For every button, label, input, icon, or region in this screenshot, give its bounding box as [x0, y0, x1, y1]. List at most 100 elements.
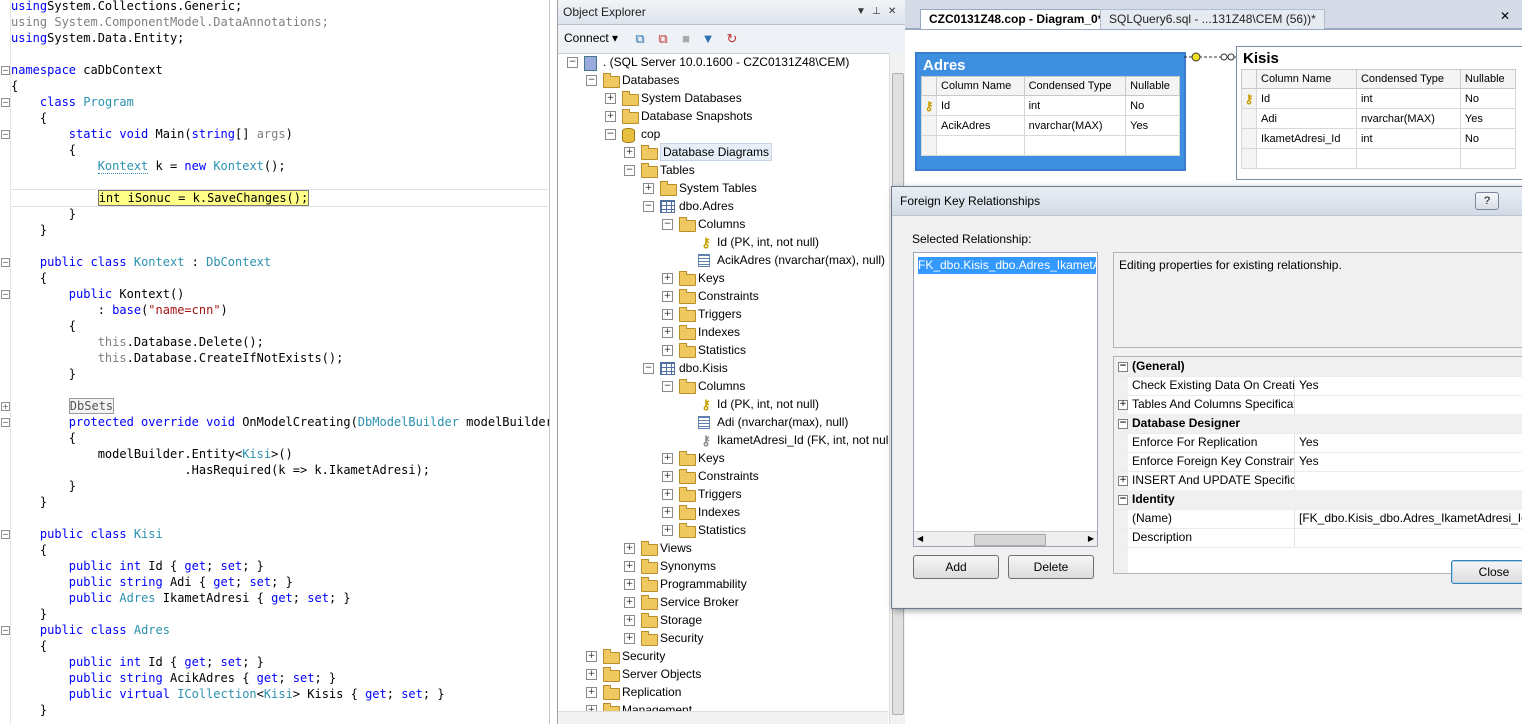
tree-node[interactable]: − dbo.Adres — [558, 197, 888, 215]
tree-node[interactable]: + Triggers — [558, 485, 888, 503]
disconnect-icon[interactable]: ⧉ — [655, 31, 671, 47]
cell[interactable]: Yes — [1125, 115, 1180, 136]
expand-icon[interactable]: + — [662, 327, 673, 338]
expand-region-icon[interactable]: + — [1, 402, 10, 411]
refresh-icon[interactable]: ↻ — [724, 31, 740, 47]
table-row[interactable]: ⚷ Id int No — [921, 95, 1180, 116]
property-value[interactable]: Yes — [1299, 433, 1319, 452]
table-row[interactable]: Adi nvarchar(MAX) Yes — [1241, 108, 1517, 129]
tree-node[interactable]: AcikAdres (nvarchar(max), null) — [558, 251, 888, 269]
property-row[interactable]: + Tables And Columns Specification — [1114, 395, 1522, 415]
property-value[interactable]: Yes — [1299, 376, 1319, 395]
cell[interactable] — [1125, 135, 1180, 156]
tree-node[interactable]: + Programmability — [558, 575, 888, 593]
expand-icon[interactable]: + — [643, 183, 654, 194]
cell[interactable]: Adi — [1256, 108, 1357, 129]
tree-node[interactable]: + Statistics — [558, 521, 888, 539]
table-row[interactable] — [921, 135, 1180, 156]
expand-icon[interactable]: + — [624, 615, 635, 626]
horizontal-scrollbar[interactable] — [558, 711, 888, 724]
cell[interactable]: No — [1125, 95, 1180, 116]
tree-node[interactable]: − Columns — [558, 215, 888, 233]
cell[interactable]: No — [1459, 88, 1517, 109]
collapse-region-icon[interactable]: − — [1, 626, 10, 635]
cell[interactable] — [1256, 148, 1357, 169]
expand-icon[interactable]: + — [662, 471, 673, 482]
connect-object-explorer-icon[interactable]: ⧉ — [632, 31, 648, 47]
tree-node[interactable]: − Columns — [558, 377, 888, 395]
collapse-icon[interactable]: − — [1118, 419, 1128, 429]
help-button[interactable]: ? — [1475, 192, 1499, 210]
cell[interactable]: No — [1459, 128, 1517, 149]
collapse-icon[interactable]: − — [662, 219, 673, 230]
collapse-icon[interactable]: − — [624, 165, 635, 176]
cell[interactable]: Id — [936, 95, 1025, 116]
expand-icon[interactable]: + — [624, 561, 635, 572]
table-row[interactable] — [1241, 148, 1517, 169]
collapse-region-icon[interactable]: − — [1, 66, 10, 75]
collapse-icon[interactable]: − — [567, 57, 578, 68]
cell[interactable]: nvarchar(MAX) — [1355, 108, 1461, 129]
collapse-region-icon[interactable]: − — [1, 130, 10, 139]
cell[interactable]: nvarchar(MAX) — [1023, 115, 1127, 136]
tree-node[interactable]: + System Databases — [558, 89, 888, 107]
expand-icon[interactable]: + — [662, 453, 673, 464]
filter-icon[interactable]: ▼ — [700, 31, 716, 47]
relationship-line[interactable] — [1184, 50, 1239, 64]
property-category[interactable]: − (General) — [1114, 357, 1522, 377]
tree-node[interactable]: − cop — [558, 125, 888, 143]
property-row[interactable]: Enforce Foreign Key Constraint Yes — [1114, 452, 1522, 472]
table-row[interactable]: ⚷ Id int No — [1241, 88, 1517, 109]
collapse-icon[interactable]: − — [643, 201, 654, 212]
expand-icon[interactable]: + — [662, 291, 673, 302]
tree-node[interactable]: + Indexes — [558, 503, 888, 521]
tree-node[interactable]: ⚷ Id (PK, int, not null) — [558, 233, 888, 251]
tree-node[interactable]: + Statistics — [558, 341, 888, 359]
tree-node[interactable]: + Keys — [558, 449, 888, 467]
cell[interactable] — [936, 135, 1025, 156]
cell[interactable] — [1023, 135, 1127, 156]
tree-node[interactable]: ⚷ IkametAdresi_Id (FK, int, not null) — [558, 431, 888, 449]
cell[interactable]: Id — [1256, 88, 1357, 109]
scroll-right-icon[interactable]: ▶ — [1088, 532, 1094, 546]
connect-button[interactable]: Connect ▾ — [564, 31, 618, 45]
tree-node[interactable]: + Constraints — [558, 467, 888, 485]
tab-sqlquery[interactable]: SQLQuery6.sql - ...131Z48\CEM (56))* — [1100, 9, 1325, 29]
collapse-icon[interactable]: − — [643, 363, 654, 374]
expand-icon[interactable]: + — [662, 489, 673, 500]
tree-node[interactable]: − . (SQL Server 10.0.1600 - CZC0131Z48\CE… — [558, 53, 888, 71]
table-row[interactable]: IkametAdresi_Id int No — [1241, 128, 1517, 149]
delete-button[interactable]: Delete — [1008, 555, 1094, 579]
tree-node[interactable]: + Synonyms — [558, 557, 888, 575]
property-row[interactable]: Description — [1114, 528, 1522, 548]
collapse-icon[interactable]: − — [605, 129, 616, 140]
tree-node[interactable]: + Security — [558, 629, 888, 647]
expand-icon[interactable]: + — [662, 507, 673, 518]
collapse-region-icon[interactable]: − — [1, 530, 10, 539]
tree-node[interactable]: + Triggers — [558, 305, 888, 323]
tree-node[interactable]: Adi (nvarchar(max), null) — [558, 413, 888, 431]
tree-node[interactable]: − dbo.Kisis — [558, 359, 888, 377]
expand-icon[interactable]: + — [586, 687, 597, 698]
property-value[interactable]: [FK_dbo.Kisis_dbo.Adres_IkametAdresi_Id] — [1299, 509, 1522, 528]
property-row[interactable]: + INSERT And UPDATE Specification — [1114, 471, 1522, 491]
cell[interactable]: int — [1023, 95, 1127, 116]
property-row[interactable]: Check Existing Data On Creation Or Re-En… — [1114, 376, 1522, 396]
scroll-left-icon[interactable]: ◀ — [917, 532, 923, 546]
tree-node[interactable]: + Storage — [558, 611, 888, 629]
expand-icon[interactable]: + — [605, 93, 616, 104]
table-kisis[interactable]: Kisis Column Name Condensed Type Nullabl… — [1236, 46, 1522, 180]
tree-node[interactable]: + Views — [558, 539, 888, 557]
pin-icon[interactable]: ⊥ — [872, 0, 881, 24]
relationship-list-item[interactable]: FK_dbo.Kisis_dbo.Adres_IkametAdresi_Id — [918, 257, 1096, 274]
expand-icon[interactable]: + — [662, 309, 673, 320]
relationship-list[interactable]: FK_dbo.Kisis_dbo.Adres_IkametAdresi_Id ◀… — [913, 252, 1098, 547]
close-icon[interactable]: ✕ — [888, 0, 896, 24]
dropdown-icon[interactable]: ▼ — [856, 0, 866, 24]
tree-node[interactable]: ⚷ Id (PK, int, not null) — [558, 395, 888, 413]
table-row[interactable]: AcikAdres nvarchar(MAX) Yes — [921, 115, 1180, 136]
stop-icon[interactable]: ■ — [678, 31, 694, 47]
tree-node[interactable]: + Security — [558, 647, 888, 665]
tree-node[interactable]: − Databases — [558, 71, 888, 89]
cell[interactable]: int — [1355, 128, 1461, 149]
